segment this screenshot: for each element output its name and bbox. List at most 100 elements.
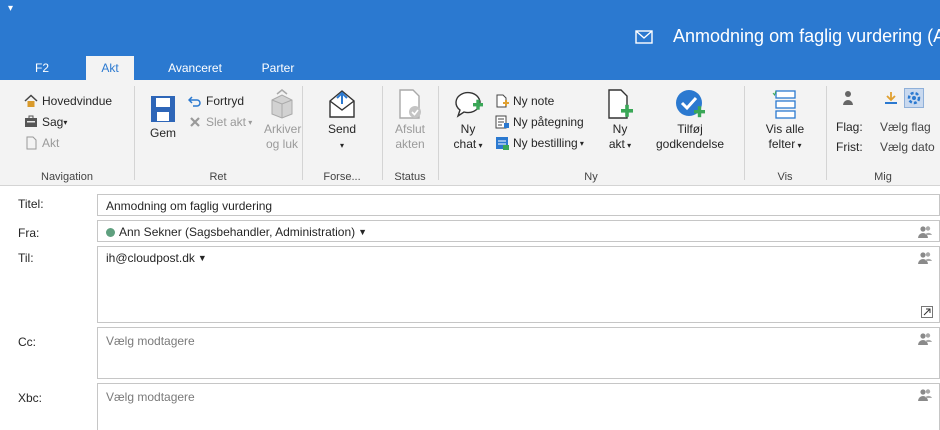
note-icon (496, 94, 509, 108)
document-check-icon (399, 89, 421, 119)
flag-value[interactable]: Vælg flag (880, 120, 931, 134)
sag-button[interactable]: Sag ▾ (24, 113, 67, 131)
group-label-mig: Mig (874, 171, 892, 183)
window-title-area: Anmodning om faglig vurdering (A (635, 26, 940, 47)
send-button[interactable]: Send ▾ (324, 88, 360, 153)
fields-list-icon (772, 90, 796, 119)
undo-icon (188, 96, 201, 107)
save-icon (151, 96, 175, 122)
send-envelope-icon (329, 90, 355, 118)
fra-value: Ann Sekner (Sagsbehandler, Administratio… (119, 225, 356, 239)
ny-akt-line1: Ny (612, 122, 628, 136)
group-mig: Flag: Vælg flag Frist: Vælg dato Mig (826, 80, 940, 186)
group-label-ret: Ret (209, 171, 227, 183)
cc-placeholder: Vælg modtagere (106, 334, 195, 348)
titel-value: Anmodning om faglig vurdering (106, 199, 273, 213)
slet-akt-label: Slet akt (206, 115, 247, 129)
akt-button[interactable]: Akt (24, 134, 59, 152)
fra-field[interactable]: Ann Sekner (Sagsbehandler, Administratio… (97, 220, 940, 242)
chevron-down-icon[interactable]: ▼ (358, 227, 367, 237)
sag-label: Sag (42, 115, 64, 129)
tilfoej-line2: godkendelse (655, 137, 725, 151)
people-icon[interactable] (917, 388, 933, 402)
tab-avanceret[interactable]: Avanceret (160, 56, 230, 80)
group-forsendelse: Send ▾ Forse... (302, 80, 382, 186)
vis-alle-line1: Vis alle (765, 122, 805, 136)
case-icon (25, 115, 37, 127)
arkiver-og-luk-button[interactable]: Arkiver og luk (264, 88, 301, 152)
ny-chat-line1: Ny (460, 122, 476, 136)
hovedvindue-button[interactable]: Hovedvindue (24, 92, 112, 110)
til-recipient[interactable]: ih@cloudpost.dk ▼ (106, 251, 207, 265)
til-label: Til: (18, 251, 34, 265)
xbc-field[interactable]: Vælg modtagere (97, 383, 940, 430)
group-ret: Gem Fortryd Slet akt ▾ Arkiver og luk Re… (134, 80, 302, 186)
group-label-forsendelse: Forse... (323, 171, 361, 183)
chevron-down-icon: ▾ (63, 117, 68, 127)
delete-icon (190, 117, 200, 127)
cc-label: Cc: (18, 335, 36, 349)
gem-label: Gem (149, 126, 176, 140)
ny-paategning-button[interactable]: Ny påtegning (495, 113, 584, 131)
slet-akt-button[interactable]: Slet akt ▾ (188, 113, 252, 131)
hovedvindue-label: Hovedvindue (42, 94, 113, 108)
status-dot (106, 227, 115, 237)
afslut-line2: akten (395, 137, 425, 151)
ny-chat-button[interactable]: Ny chat ▾ (446, 88, 490, 153)
people-icon[interactable] (917, 332, 933, 346)
mig-settings-icon[interactable] (904, 88, 924, 108)
chevron-down-icon[interactable]: ▼ (198, 253, 207, 263)
ny-akt-button[interactable]: Ny akt ▾ (602, 88, 638, 153)
group-label-vis: Vis (777, 171, 793, 183)
envelope-icon (635, 29, 653, 44)
tab-f2[interactable]: F2 (26, 56, 58, 80)
ny-bestilling-button[interactable]: Ny bestilling ▾ (495, 134, 584, 152)
titel-field[interactable]: Anmodning om faglig vurdering (97, 194, 940, 216)
group-navigation: Hovedvindue Sag ▾ Akt Navigation (0, 80, 134, 186)
gear-icon (907, 91, 921, 105)
tab-akt[interactable]: Akt (86, 56, 134, 80)
til-field[interactable]: ih@cloudpost.dk ▼ (97, 246, 940, 323)
afslut-akten-button[interactable]: Afslut akten (390, 88, 430, 152)
flag-label: Flag: (836, 120, 863, 134)
fra-label: Fra: (18, 226, 40, 240)
people-icon[interactable] (917, 225, 933, 239)
fortryd-label: Fortryd (206, 94, 245, 108)
ribbon: Hovedvindue Sag ▾ Akt Navigation Gem For… (0, 80, 940, 186)
group-label-navigation: Navigation (41, 171, 93, 183)
titel-label: Titel: (18, 197, 44, 211)
ny-paategning-label: Ny påtegning (513, 115, 584, 129)
afslut-line1: Afslut (394, 122, 425, 136)
tilfoej-line1: Tilføj (677, 122, 703, 136)
send-label: Send (327, 122, 357, 136)
new-document-icon (608, 89, 633, 119)
endorsement-icon (495, 115, 509, 129)
xbc-label: Xbc: (18, 391, 43, 405)
ny-note-label: Ny note (513, 94, 555, 108)
group-label-ny: Ny (584, 171, 598, 183)
expand-icon[interactable] (921, 306, 933, 318)
person-icon (843, 91, 853, 105)
group-vis: Vis alle felter ▾ Vis (744, 80, 826, 186)
tilfoej-godkendelse-button[interactable]: Tilføj godkendelse (642, 88, 738, 152)
people-icon[interactable] (917, 251, 933, 265)
archive-box-icon (271, 89, 293, 119)
ribbon-tabs: F2 Akt Avanceret Parter (0, 56, 940, 80)
akt-label: Akt (42, 136, 60, 150)
document-icon (26, 136, 37, 150)
tab-parter[interactable]: Parter (250, 56, 306, 80)
frist-value[interactable]: Vælg dato (880, 140, 935, 154)
xbc-placeholder: Vælg modtagere (106, 390, 195, 404)
download-icon (885, 92, 897, 104)
fra-recipient[interactable]: Ann Sekner (Sagsbehandler, Administratio… (106, 225, 367, 239)
ny-note-button[interactable]: Ny note (495, 92, 554, 110)
chevron-down-icon: ▾ (577, 138, 584, 148)
ny-chat-line2: chat (453, 137, 477, 151)
gem-button[interactable]: Gem (146, 94, 180, 141)
group-label-status: Status (394, 171, 426, 183)
quick-access-menu-icon[interactable]: ▾ (8, 3, 13, 14)
ny-akt-line2: akt (608, 137, 625, 151)
cc-field[interactable]: Vælg modtagere (97, 327, 940, 379)
vis-alle-felter-button[interactable]: Vis alle felter ▾ (754, 88, 816, 153)
fortryd-button[interactable]: Fortryd (188, 92, 244, 110)
